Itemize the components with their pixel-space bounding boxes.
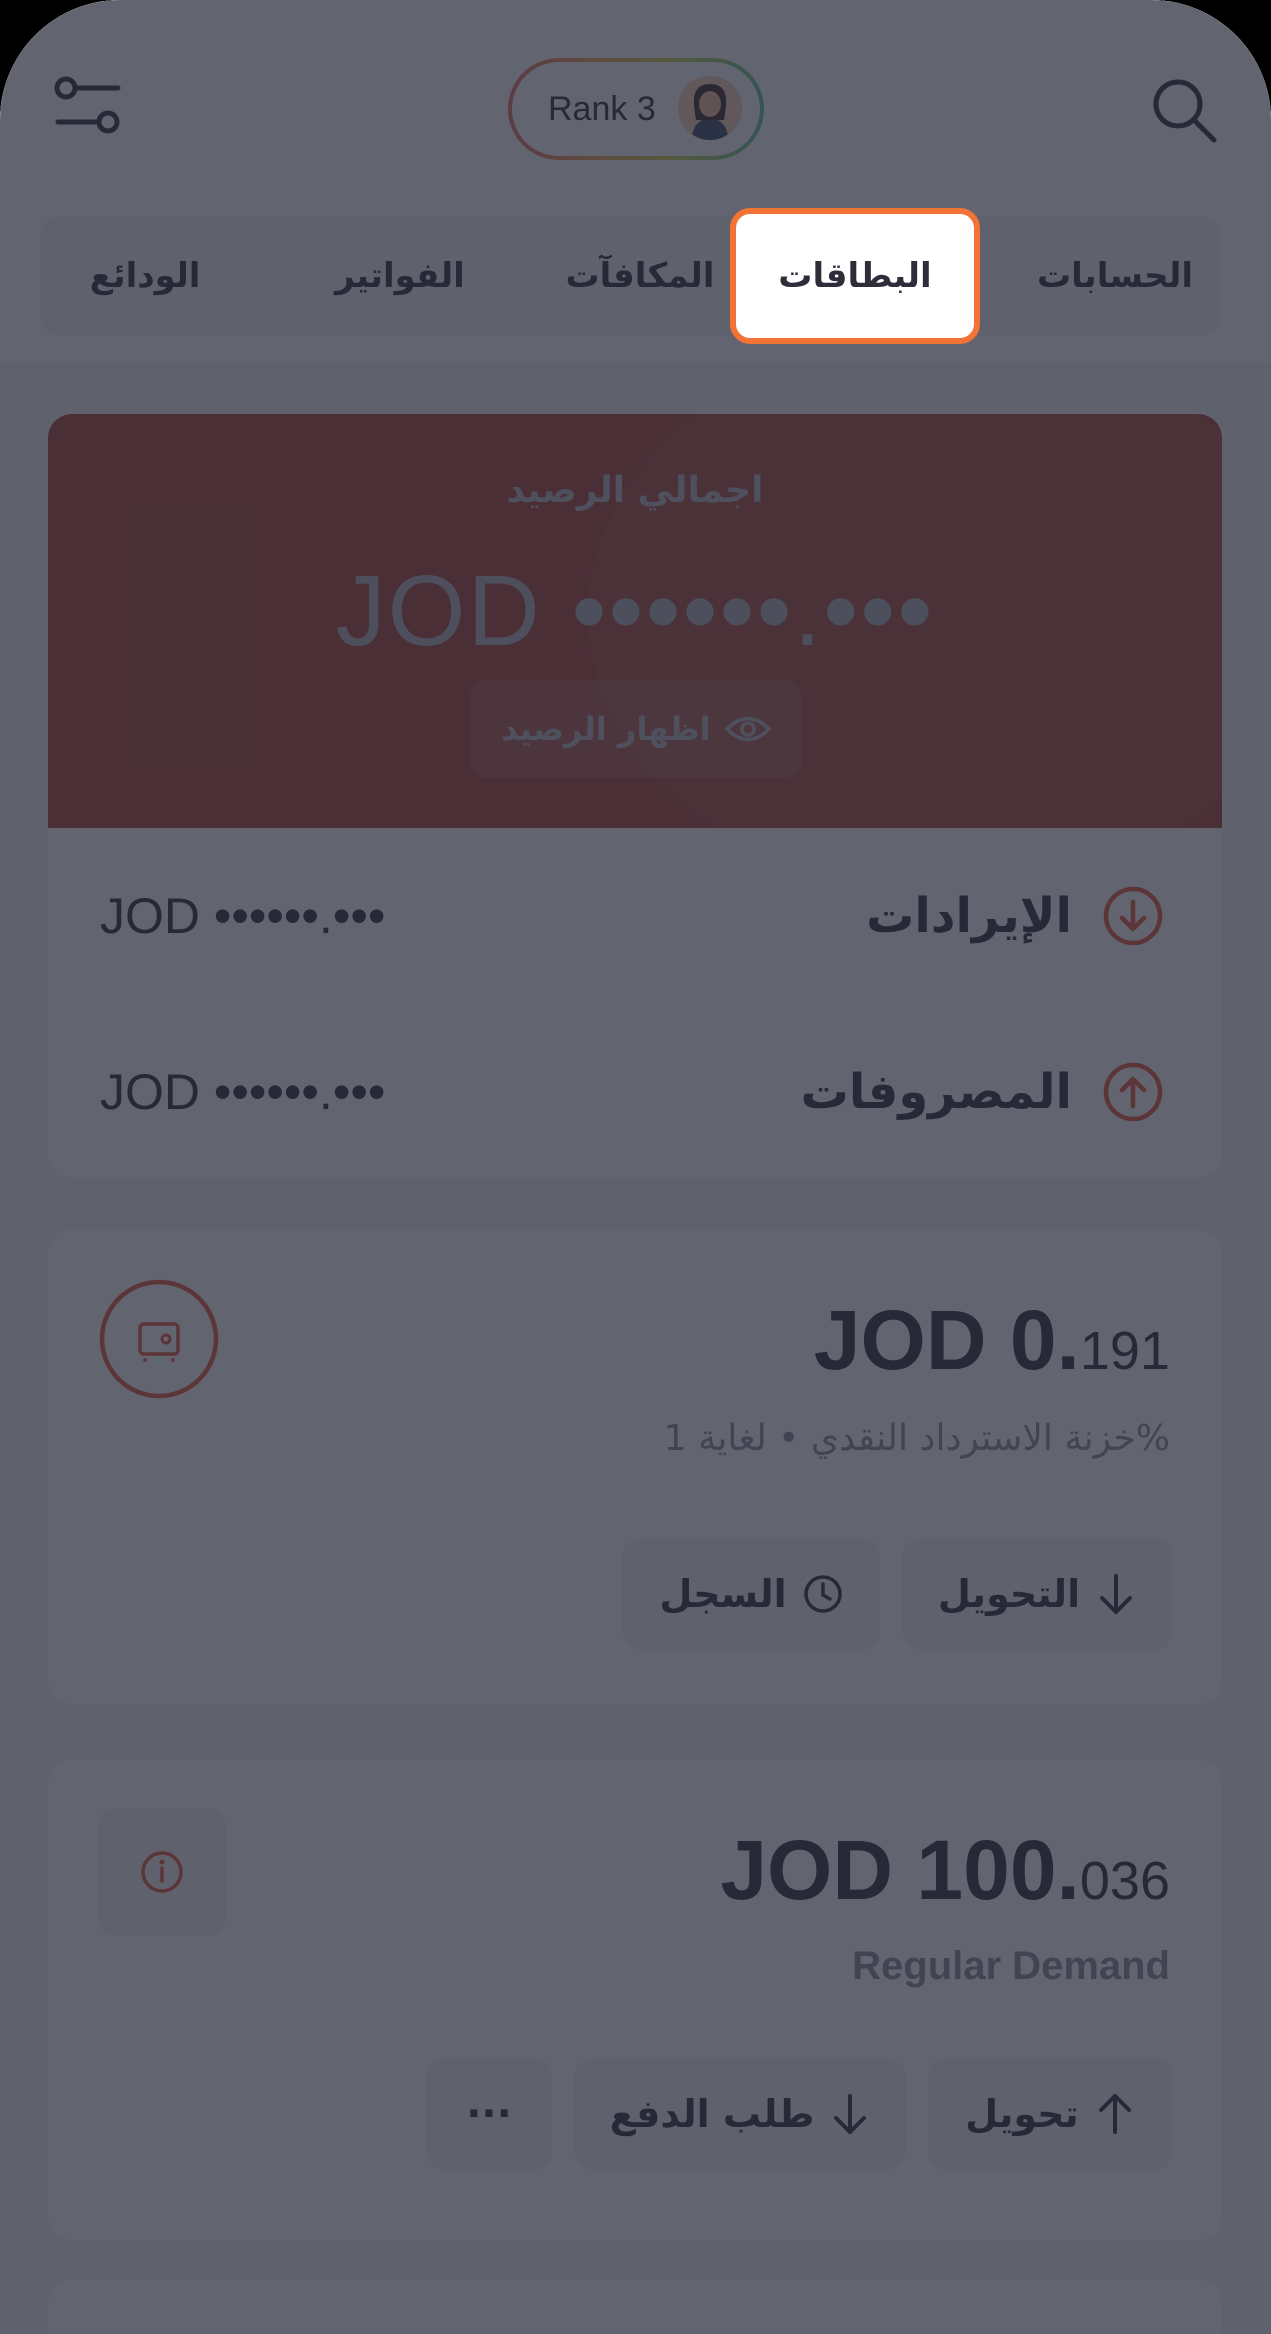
history-label: السجل [659,1572,787,1616]
next-account-card[interactable] [48,2280,1222,2334]
cashback-subtitle: خزنة الاسترداد النقدي • لغاية 1% [663,1418,1170,1459]
highlighted-tab-cards[interactable]: البطاقات [730,208,980,344]
balance-title: اجمالي الرصيد [506,470,764,511]
info-button[interactable] [98,1808,226,1936]
total-balance-card: اجمالي الرصيد JOD ••••••.••• اظهار الرصي… [48,414,1222,828]
income-label: الإيرادات [866,888,1072,944]
cashback-history-button[interactable]: السجل [622,1538,880,1650]
account-transfer-label: تحويل [965,2092,1079,2136]
tab-bar: الحسابات البطاقات المكافآت الفواتير الود… [40,216,1220,336]
rank-badge[interactable]: Rank 3 [508,58,764,160]
cashback-amount-fraction: 191 [1079,1321,1170,1381]
account-amount-fraction: 036 [1079,1851,1170,1911]
app-screen: Rank 3 الحسابات البطاقات المكافآت الفوا [0,0,1271,2334]
search-icon[interactable] [1146,72,1222,148]
cashback-transfer-button[interactable]: التحويل [902,1538,1172,1650]
cashback-vault-card[interactable]: JOD 0.191 خزنة الاسترداد النقدي • لغاية … [48,1230,1222,1704]
cashback-amount-main: JOD 0. [813,1293,1080,1387]
tab-deposits[interactable]: الودائع [40,216,250,336]
arrow-up-icon [1098,2094,1131,2134]
income-row[interactable]: الإيرادات JOD ••••••.••• [48,828,1222,1004]
rank-label: Rank 3 [548,89,656,128]
vault-icon [98,1278,220,1400]
request-payment-label: طلب الدفع [609,2092,815,2136]
show-balance-button[interactable]: اظهار الرصيد [470,680,802,778]
account-transfer-button[interactable]: تحويل [928,2058,1172,2170]
eye-icon [724,716,771,742]
info-icon [141,1851,183,1893]
cashback-amount: JOD 0.191 [814,1292,1170,1389]
top-header: Rank 3 الحسابات البطاقات المكافآت الفوا [0,0,1271,362]
tab-accounts[interactable]: الحسابات [1010,216,1220,336]
more-options-button[interactable]: ··· [426,2058,552,2170]
arrow-down-circle-icon [1102,885,1164,947]
income-expense-summary: الإيرادات JOD ••••••.••• المصروفات JOD •… [48,828,1222,1178]
arrow-up-circle-icon [1102,1061,1164,1123]
account-type: Regular Demand [852,1944,1170,1988]
account-amount-main: JOD 100. [720,1823,1080,1917]
request-payment-button[interactable]: طلب الدفع [574,2058,906,2170]
clock-icon [803,1575,842,1613]
account-amount: JOD 100.036 [720,1822,1170,1919]
tab-bills[interactable]: الفواتير [290,216,510,336]
arrow-down-icon [834,2094,867,2134]
transfer-label: التحويل [937,1572,1081,1616]
balance-amount: JOD ••••••.••• [335,555,935,667]
regular-demand-card[interactable]: JOD 100.036 Regular Demand تحويل طلب الد… [48,1760,1222,2240]
filter-icon[interactable] [52,70,124,142]
show-balance-label: اظهار الرصيد [501,710,711,748]
expense-label: المصروفات [800,1064,1072,1120]
income-value: JOD ••••••.••• [100,888,386,944]
expense-value: JOD ••••••.••• [100,1064,386,1120]
arrow-down-icon [1100,1574,1133,1614]
avatar [678,76,742,140]
expense-row[interactable]: المصروفات JOD ••••••.••• [48,1004,1222,1180]
